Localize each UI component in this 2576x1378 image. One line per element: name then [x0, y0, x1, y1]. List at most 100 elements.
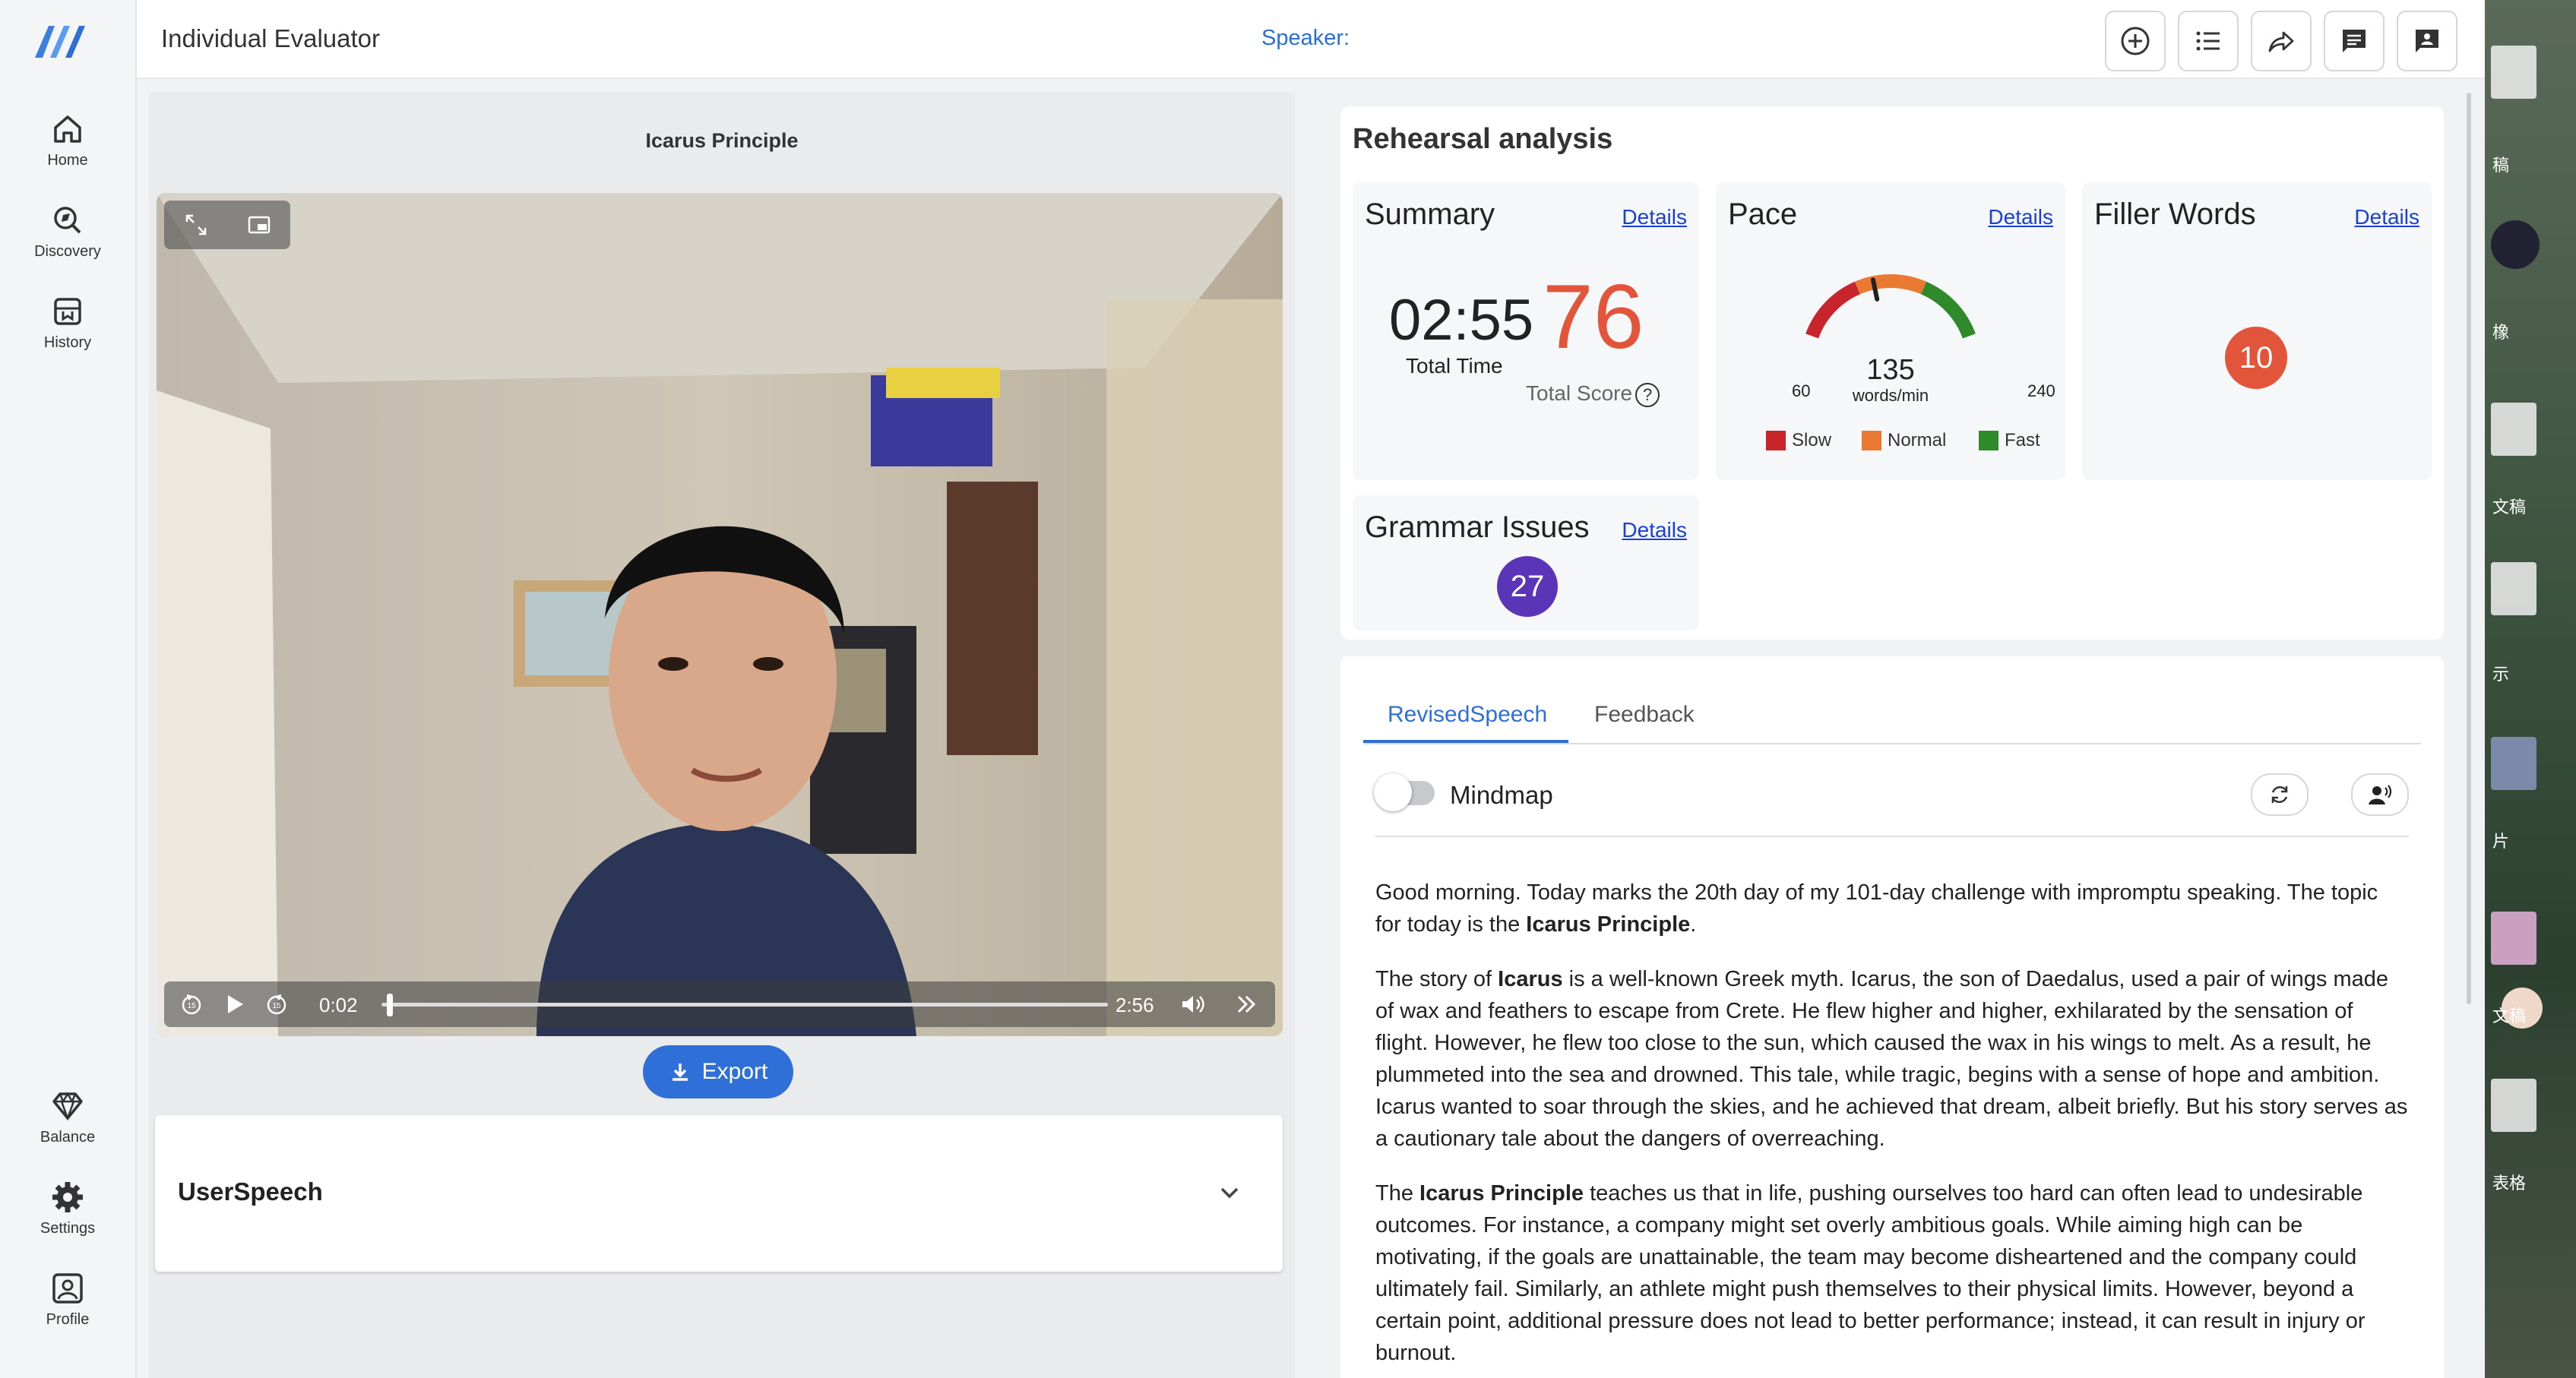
duration: 2:56: [1116, 994, 1154, 1016]
speech-text: .: [1690, 912, 1697, 937]
tab-revised-speech[interactable]: RevisedSpeech: [1388, 702, 1547, 728]
toggle-thumb: [1374, 773, 1412, 811]
speech-text: teaches us that in life, pushing ourselv…: [1375, 1181, 2366, 1365]
gauge-slow-segment: [1805, 281, 1861, 339]
desktop-image-icon[interactable]: [2491, 737, 2536, 790]
sidebar-item-discovery[interactable]: Discovery: [0, 201, 135, 277]
video-title: Icarus Principle: [645, 129, 799, 152]
voice-button[interactable]: [2351, 773, 2409, 816]
history-icon: [54, 298, 81, 325]
speech-paragraph: Good morning. Today marks the 20th day o…: [1375, 877, 2409, 940]
grammar-details-link[interactable]: Details: [1622, 518, 1687, 542]
summary-details-link[interactable]: Details: [1622, 205, 1687, 229]
share-icon: [2268, 31, 2294, 52]
share-button[interactable]: [2251, 11, 2312, 71]
total-score-value: 76: [1543, 266, 1644, 368]
speech-highlight: Icarus Principle: [1419, 1181, 1584, 1206]
help-icon[interactable]: ?: [1635, 383, 1660, 407]
plus-circle-icon: [2121, 27, 2150, 55]
total-time-label: Total Time: [1406, 354, 1503, 378]
current-time: 0:02: [319, 994, 358, 1016]
desktop-file-label: 示: [2492, 665, 2510, 684]
play-icon[interactable]: [220, 991, 248, 1018]
active-tab-indicator: [1363, 740, 1568, 743]
video-top-controls: [164, 201, 290, 249]
speech-paragraph: The story of Icarus is a well-known Gree…: [1375, 963, 2409, 1155]
video-control-bar: 15 15 0:02 2:56: [164, 981, 1275, 1027]
export-button[interactable]: Export: [643, 1045, 793, 1098]
tab-divider: [1363, 743, 2421, 744]
diamond-icon: [52, 1092, 83, 1121]
user-speech-accordion[interactable]: UserSpeech: [155, 1115, 1283, 1272]
desktop-file-icon[interactable]: [2491, 403, 2536, 456]
pace-unit: words/min: [1852, 386, 1929, 405]
desktop-app-icon[interactable]: [2491, 220, 2540, 269]
video-panel: Icarus Principle 15 15 0:02 2:56 Export …: [149, 93, 1295, 1378]
tab-feedback[interactable]: Feedback: [1594, 702, 1695, 728]
list-icon: [2196, 31, 2220, 51]
desktop-image-icon[interactable]: [2491, 912, 2536, 965]
app-logo[interactable]: [32, 20, 87, 62]
sidebar: Home Discovery History Balance Settings …: [0, 0, 137, 1378]
legend-fast: Fast: [1979, 430, 2040, 451]
picture-in-picture-icon[interactable]: [245, 211, 273, 239]
volume-icon[interactable]: [1179, 991, 1207, 1018]
refresh-icon: [2271, 785, 2288, 804]
gauge-fast-segment: [1920, 281, 1976, 339]
desktop-file-icon[interactable]: [2491, 1079, 2536, 1132]
legend-fast-swatch: [1979, 431, 1998, 450]
svg-text:15: 15: [272, 1002, 281, 1010]
mindmap-toggle[interactable]: [1374, 772, 1436, 813]
more-controls-icon[interactable]: [1233, 991, 1260, 1018]
pace-card: Pace Details 60 240 135 words/min Slow N…: [1716, 182, 2065, 480]
comment-button[interactable]: [2324, 11, 2385, 71]
grammar-title: Grammar Issues: [1365, 510, 1590, 544]
profile-icon: [52, 1273, 83, 1304]
pace-details-link[interactable]: Details: [1988, 205, 2053, 229]
chevron-down-icon[interactable]: [1214, 1177, 1245, 1208]
fullscreen-icon[interactable]: [182, 211, 210, 239]
sidebar-item-profile[interactable]: Profile: [0, 1269, 135, 1345]
feedback-button[interactable]: [2397, 11, 2457, 71]
summary-title: Summary: [1365, 198, 1495, 231]
sidebar-item-home[interactable]: Home: [0, 109, 135, 185]
right-panel-scrollbar[interactable]: [2467, 93, 2471, 1004]
rewind-15-icon[interactable]: 15: [178, 991, 205, 1018]
filler-count-badge: 10: [2225, 327, 2287, 389]
legend-normal: Normal: [1862, 430, 1946, 451]
chat-icon: [2343, 30, 2366, 52]
desktop-file-icon[interactable]: [2491, 46, 2536, 99]
gear-icon: [52, 1182, 83, 1212]
sidebar-item-balance[interactable]: Balance: [0, 1086, 135, 1162]
legend-normal-label: Normal: [1888, 430, 1947, 450]
sidebar-item-history[interactable]: History: [0, 292, 135, 368]
progress-knob[interactable]: [386, 994, 393, 1016]
desktop-file-label: 片: [2492, 832, 2510, 851]
list-button[interactable]: [2178, 11, 2239, 71]
page-title: Individual Evaluator: [161, 24, 381, 52]
add-button[interactable]: [2105, 11, 2166, 71]
filler-details-link[interactable]: Details: [2354, 205, 2419, 229]
download-icon: [672, 1064, 688, 1081]
desktop-file-label: 橡: [2492, 323, 2510, 342]
desktop-file-icon[interactable]: [2491, 562, 2536, 615]
sidebar-item-label: Profile: [46, 1311, 90, 1328]
content-divider: [1375, 836, 2409, 837]
grammar-count-badge: 27: [1497, 556, 1558, 617]
analysis-panel: Rehearsal analysis Summary Details 02:55…: [1334, 93, 2464, 1378]
pace-value: 135: [1866, 354, 1915, 386]
forward-15-icon[interactable]: 15: [263, 991, 290, 1018]
sidebar-item-label: Discovery: [34, 243, 101, 260]
speech-highlight: Icarus: [1498, 967, 1563, 991]
speech-highlight: Icarus Principle: [1526, 912, 1691, 937]
desktop-file-label: 文稿: [2492, 1007, 2527, 1026]
desktop-file-label: 稿: [2492, 156, 2510, 175]
refresh-button[interactable]: [2251, 773, 2309, 816]
progress-track[interactable]: [381, 1003, 1108, 1007]
legend-fast-label: Fast: [2005, 430, 2040, 450]
sidebar-item-settings[interactable]: Settings: [0, 1177, 135, 1253]
gauge-normal-segment: [1854, 274, 1927, 295]
filler-words-card: Filler Words Details 10: [2082, 182, 2432, 480]
legend-slow-swatch: [1766, 431, 1786, 450]
video-player[interactable]: 15 15 0:02 2:56: [157, 193, 1283, 1036]
